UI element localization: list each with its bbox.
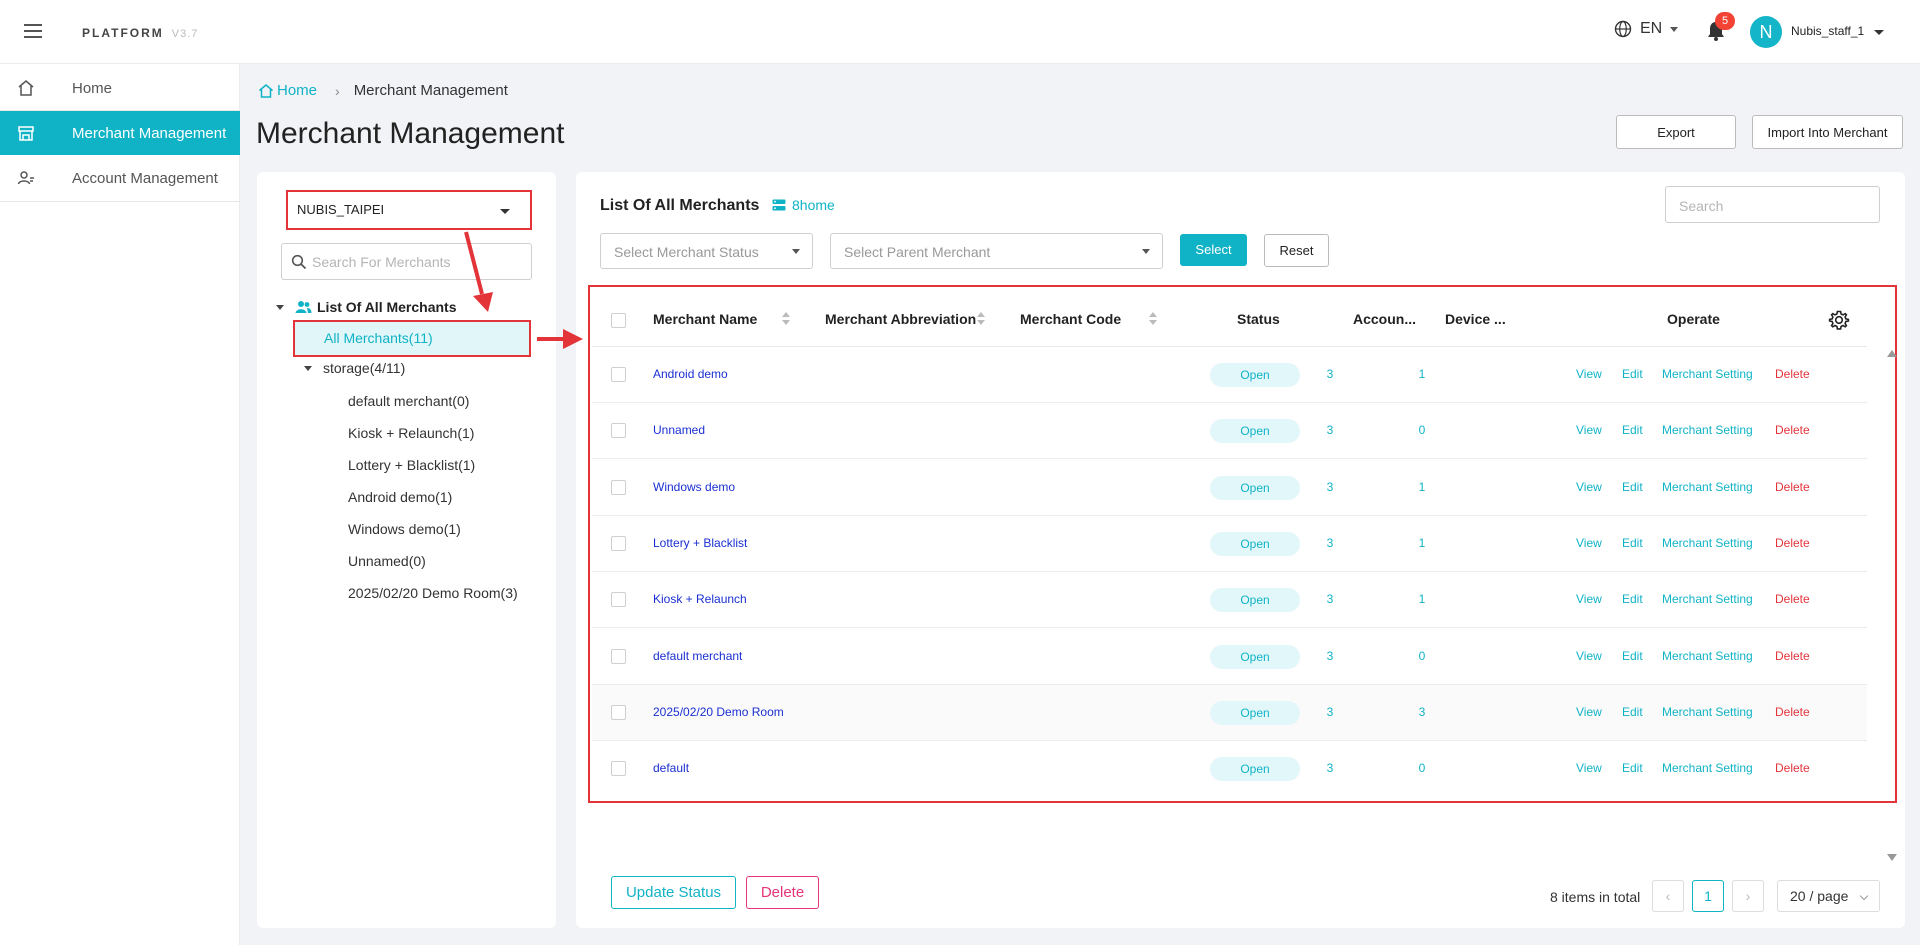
users-icon — [17, 171, 34, 185]
server-icon — [772, 199, 786, 211]
tree-group-label: storage(4/11) — [323, 360, 406, 376]
merchant-status-select[interactable]: Select Merchant Status — [600, 233, 813, 269]
breadcrumb: Home › Merchant Management — [258, 82, 508, 99]
tree-item-all-merchants[interactable]: All Merchants(11) — [293, 320, 531, 357]
import-merchant-button[interactable]: Import Into Merchant — [1752, 115, 1903, 149]
page-number[interactable]: 1 — [1692, 880, 1724, 912]
update-status-button[interactable]: Update Status — [611, 876, 736, 909]
caret-down-icon[interactable] — [304, 365, 312, 371]
globe-icon — [1614, 20, 1632, 38]
tree-item[interactable]: Kiosk + Relaunch(1) — [348, 425, 474, 441]
language-switcher[interactable]: EN — [1614, 20, 1679, 38]
list-title: List Of All Merchants — [600, 197, 760, 214]
brand: PLATFORM V3.7 — [82, 26, 198, 40]
merchant-tree-panel — [257, 172, 556, 928]
group-icon — [295, 301, 312, 313]
reset-button[interactable]: Reset — [1264, 234, 1329, 267]
notification-badge: 5 — [1715, 12, 1735, 30]
caret-down-icon[interactable] — [276, 304, 284, 310]
select-button[interactable]: Select — [1180, 234, 1247, 266]
sidebar: Home Merchant Management Account Managem… — [0, 64, 240, 945]
sidebar-item-label: Account Management — [72, 169, 218, 187]
sidebar-item-merchant-management[interactable]: Merchant Management — [0, 111, 240, 155]
chevron-down-icon — [500, 209, 510, 214]
search-icon — [291, 254, 307, 270]
chevron-down-icon — [1670, 26, 1679, 32]
caret-down-icon — [1142, 249, 1150, 254]
export-button[interactable]: Export — [1616, 115, 1736, 149]
select-placeholder: Select Parent Merchant — [844, 244, 991, 260]
version-label: V3.7 — [171, 28, 199, 40]
chevron-down-icon[interactable] — [1874, 30, 1884, 35]
top-bar: PLATFORM V3.7 EN 5 N Nubis_staff_1 — [0, 0, 1920, 64]
branch-tag[interactable]: 8home — [772, 197, 835, 213]
page-title: Merchant Management — [256, 117, 565, 150]
bulk-delete-button[interactable]: Delete — [746, 876, 819, 909]
breadcrumb-home-label: Home — [277, 82, 318, 99]
total-count: 8 items in total — [1550, 889, 1641, 905]
tree-root[interactable]: List Of All Merchants — [276, 299, 457, 315]
scroll-down-arrow[interactable] — [1887, 854, 1897, 861]
scroll-up-arrow[interactable] — [1887, 350, 1897, 357]
tree-item[interactable]: Unnamed(0) — [348, 553, 426, 569]
parent-merchant-select[interactable]: Select Parent Merchant — [830, 233, 1163, 269]
brand-name: PLATFORM — [82, 26, 164, 40]
page-size-value: 20 / page — [1790, 888, 1849, 904]
store-icon — [18, 126, 34, 141]
branch-label: 8home — [792, 197, 835, 213]
tree-group-storage[interactable]: storage(4/11) — [304, 360, 405, 376]
tree-item[interactable]: Windows demo(1) — [348, 521, 461, 537]
search-placeholder: Search For Merchants — [312, 254, 451, 270]
divider — [0, 201, 240, 202]
tenant-select-value: NUBIS_TAIPEI — [297, 202, 385, 217]
prev-page-button[interactable]: ‹ — [1652, 880, 1684, 912]
sidebar-item-account-management[interactable]: Account Management — [0, 156, 240, 200]
breadcrumb-current: Merchant Management — [353, 82, 508, 99]
tree-item[interactable]: 2025/02/20 Demo Room(3) — [348, 585, 518, 601]
tree-root-label: List Of All Merchants — [317, 299, 457, 315]
tree-item[interactable]: Android demo(1) — [348, 489, 452, 505]
tenant-select[interactable]: NUBIS_TAIPEI — [286, 190, 532, 230]
annotation-highlight-box — [588, 285, 1897, 803]
avatar[interactable]: N — [1750, 16, 1782, 48]
merchant-search-input[interactable]: Search For Merchants — [281, 243, 532, 280]
language-label: EN — [1640, 20, 1663, 37]
search-placeholder: Search — [1679, 198, 1724, 214]
sidebar-item-label: Home — [72, 79, 113, 97]
page-size-select[interactable]: 20 / page — [1777, 880, 1880, 912]
next-page-button[interactable]: › — [1732, 880, 1764, 912]
tree-item[interactable]: default merchant(0) — [348, 393, 469, 409]
search-input[interactable]: Search — [1665, 186, 1880, 223]
chevron-down-icon — [1859, 891, 1869, 901]
username[interactable]: Nubis_staff_1 — [1791, 24, 1864, 38]
sidebar-item-label: Merchant Management — [72, 124, 227, 142]
menu-icon[interactable] — [24, 24, 42, 38]
select-placeholder: Select Merchant Status — [614, 244, 759, 260]
tree-item[interactable]: Lottery + Blacklist(1) — [348, 457, 475, 473]
home-icon — [259, 83, 273, 98]
caret-down-icon — [792, 249, 800, 254]
home-icon — [18, 80, 34, 96]
breadcrumb-home[interactable]: Home — [258, 82, 317, 99]
breadcrumb-separator: › — [335, 82, 340, 99]
sidebar-item-home[interactable]: Home — [0, 66, 240, 110]
